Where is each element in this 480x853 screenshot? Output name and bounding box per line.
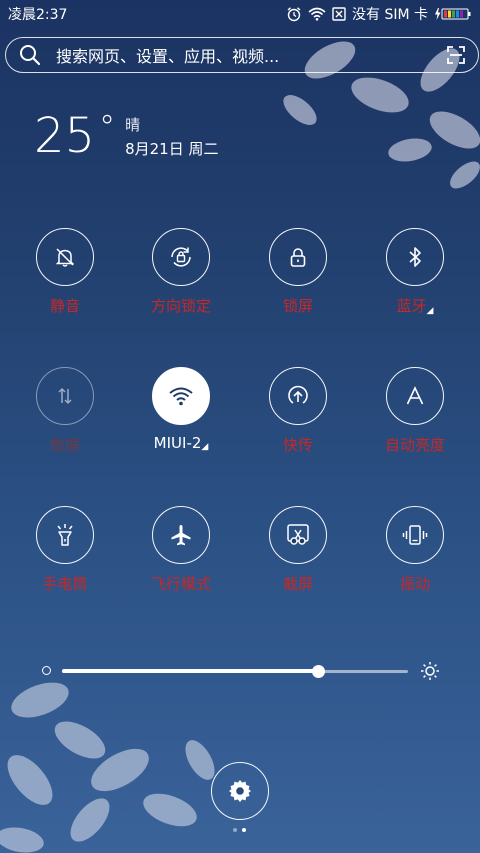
search-placeholder: 搜索网页、设置、应用、视频... xyxy=(56,47,280,66)
weather-date: 8月21日 周二 xyxy=(125,140,219,158)
wifi-network-name: MIUI-2 xyxy=(153,434,202,452)
temperature-unit: ° xyxy=(99,108,116,146)
toggle-lock-screen-circle[interactable] xyxy=(269,228,327,286)
toggle-bluetooth[interactable]: 蓝牙◢ xyxy=(360,228,470,316)
toggle-bluetooth-label: 蓝牙◢ xyxy=(360,295,470,316)
status-time: 凌晨2:37 xyxy=(8,7,68,23)
sim-status-text: 没有 SIM 卡 xyxy=(352,7,428,23)
data-arrows-icon xyxy=(58,387,72,405)
status-icons: 没有 SIM 卡 xyxy=(286,4,472,24)
toggle-silent[interactable]: 静音 xyxy=(10,228,120,316)
bell-off-icon xyxy=(55,248,75,267)
toggle-flashlight[interactable]: 手电筒 xyxy=(10,506,120,594)
toggle-rotation-lock[interactable]: 方向锁定 xyxy=(126,228,236,316)
toggle-wifi-label: MIUI-2◢ xyxy=(126,434,236,452)
bluetooth-label-text: 蓝牙 xyxy=(396,297,427,315)
brightness-low-icon xyxy=(42,666,51,675)
expand-triangle-icon: ◢ xyxy=(201,442,209,452)
wifi-status-icon xyxy=(308,7,326,21)
toggle-mobile-data[interactable]: 数据 xyxy=(10,367,120,455)
temperature: 25 ° xyxy=(34,110,115,162)
vibrate-icon xyxy=(402,525,428,545)
toggle-lock-screen[interactable]: 锁屏 xyxy=(243,228,353,316)
alarm-icon xyxy=(287,7,301,22)
brightness-fill xyxy=(62,669,319,673)
page-dot-active xyxy=(242,828,246,832)
letter-a-icon xyxy=(406,386,424,405)
temperature-value: 25 xyxy=(34,108,96,164)
weather-widget[interactable]: 25 ° 晴 8月21日 周二 xyxy=(34,110,218,162)
flashlight-icon xyxy=(57,524,73,546)
toggle-vibrate[interactable]: 振动 xyxy=(360,506,470,594)
search-bar[interactable]: 搜索网页、设置、应用、视频... xyxy=(5,37,479,73)
toggle-mobile-data-circle[interactable] xyxy=(36,367,94,425)
wifi-icon xyxy=(169,387,193,406)
toggle-airplane-mode[interactable]: 飞行模式 xyxy=(126,506,236,594)
toggle-auto-brightness-label: 自动亮度 xyxy=(384,436,445,454)
toggle-auto-brightness[interactable]: 自动亮度 xyxy=(360,367,470,455)
toggle-vibrate-circle[interactable] xyxy=(386,506,444,564)
toggle-wifi-circle[interactable] xyxy=(152,367,210,425)
lock-icon xyxy=(290,248,306,267)
toggle-quick-transfer[interactable]: 快传 xyxy=(243,367,353,455)
rotation-lock-icon xyxy=(171,247,191,267)
no-sim-icon xyxy=(332,7,346,21)
toggle-rotation-lock-circle[interactable] xyxy=(152,228,210,286)
toggle-rotation-lock-label: 方向锁定 xyxy=(150,297,211,315)
search-icon xyxy=(20,45,41,66)
toggle-bluetooth-circle[interactable] xyxy=(386,228,444,286)
toggle-vibrate-label: 振动 xyxy=(399,575,430,593)
toggle-screenshot[interactable]: 截屏 xyxy=(243,506,353,594)
toggle-flashlight-label: 手电筒 xyxy=(42,575,88,593)
scan-icon[interactable] xyxy=(446,45,466,65)
toggle-airplane-mode-circle[interactable] xyxy=(152,506,210,564)
brightness-thumb[interactable] xyxy=(311,665,325,678)
toggle-auto-brightness-circle[interactable] xyxy=(386,367,444,425)
page-dot xyxy=(233,828,237,832)
toggle-screenshot-label: 截屏 xyxy=(282,575,313,593)
gear-icon xyxy=(229,780,251,802)
toggle-wifi[interactable]: MIUI-2◢ xyxy=(126,367,236,452)
toggle-flashlight-circle[interactable] xyxy=(36,506,94,564)
scissors-icon xyxy=(287,524,309,545)
brightness-slider[interactable] xyxy=(38,658,442,684)
bluetooth-icon xyxy=(409,247,421,267)
toggle-silent-circle[interactable] xyxy=(36,228,94,286)
page-indicator xyxy=(233,828,246,832)
toggle-quick-transfer-label: 快传 xyxy=(282,436,313,454)
toggle-silent-label: 静音 xyxy=(49,297,80,315)
toggle-screenshot-circle[interactable] xyxy=(269,506,327,564)
expand-triangle-icon: ◢ xyxy=(426,306,434,316)
brightness-high-icon xyxy=(421,662,439,680)
battery-icon xyxy=(434,7,472,21)
toggle-lock-screen-label: 锁屏 xyxy=(282,297,313,315)
toggle-airplane-mode-label: 飞行模式 xyxy=(150,575,211,593)
toggle-mobile-data-label: 数据 xyxy=(49,436,80,454)
toggle-quick-transfer-circle[interactable] xyxy=(269,367,327,425)
airplane-icon xyxy=(171,525,191,546)
upload-circle-icon xyxy=(288,385,308,404)
status-bar: 凌晨2:37 没有 SIM 卡 xyxy=(0,0,480,28)
weather-condition: 晴 xyxy=(125,116,141,134)
settings-button[interactable] xyxy=(211,762,269,820)
